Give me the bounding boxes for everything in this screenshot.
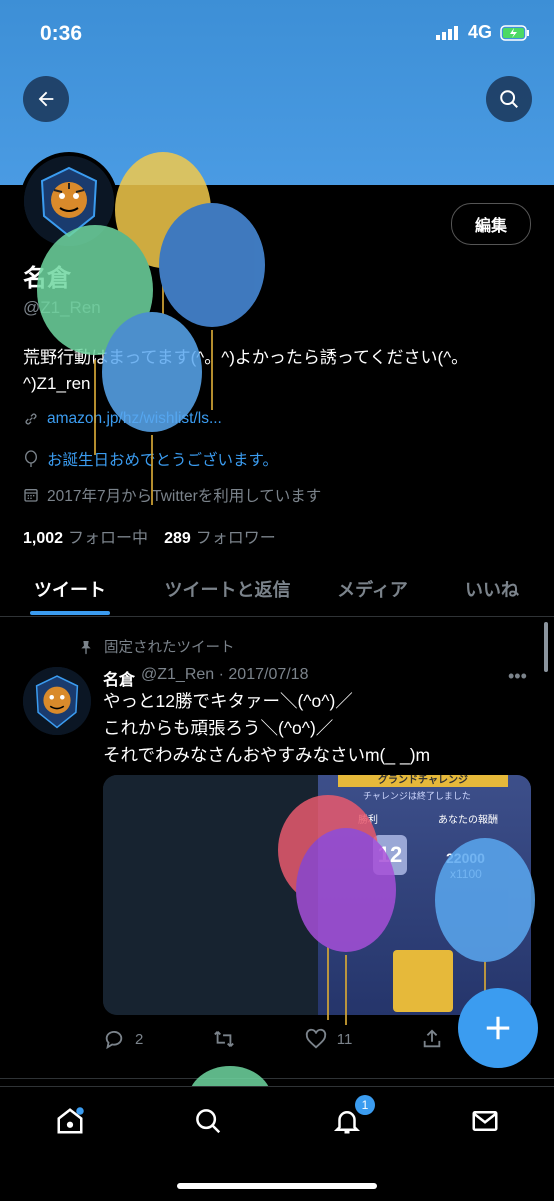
plus-icon	[486, 1016, 510, 1040]
search-icon	[196, 1109, 221, 1134]
notification-badge: 1	[355, 1095, 375, 1115]
mail-icon	[472, 1111, 498, 1131]
birthday-balloons	[37, 152, 535, 1100]
blue-balloon	[159, 203, 265, 327]
blue-balloon	[435, 838, 535, 962]
home-icon	[57, 1107, 84, 1134]
nav-search[interactable]	[188, 1101, 228, 1141]
nav-messages[interactable]	[465, 1101, 505, 1141]
nav-home[interactable]	[50, 1101, 90, 1141]
home-indicator	[177, 1183, 377, 1189]
purple-balloon	[296, 828, 396, 952]
scrollbar[interactable]	[544, 622, 548, 672]
blue-balloon	[102, 312, 202, 432]
nav-notifications[interactable]: 1	[327, 1095, 375, 1141]
compose-tweet-button[interactable]	[458, 988, 538, 1068]
